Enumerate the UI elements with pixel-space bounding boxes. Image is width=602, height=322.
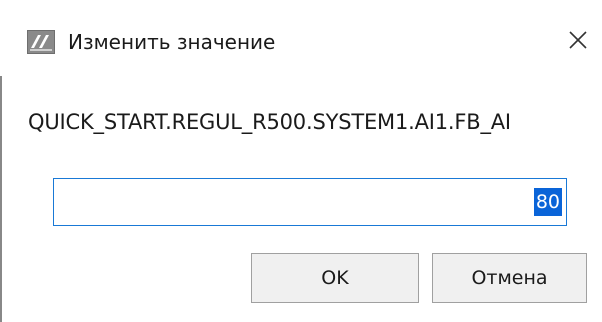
close-button[interactable]	[558, 22, 598, 62]
value-input[interactable]: 80	[53, 178, 567, 226]
title-bar[interactable]: Изменить значение	[0, 0, 602, 76]
change-value-dialog: Изменить значение QUICK_START.REGUL_R500…	[0, 0, 602, 322]
ok-button[interactable]: OK	[251, 253, 419, 303]
dialog-title: Изменить значение	[68, 30, 276, 54]
app-logo-icon	[27, 30, 55, 54]
close-icon	[568, 30, 588, 54]
cancel-button[interactable]: Отмена	[432, 253, 587, 303]
variable-path-label: QUICK_START.REGUL_R500.SYSTEM1.AI1.FB_AI	[28, 110, 511, 134]
selected-value-text[interactable]: 80	[533, 188, 562, 216]
